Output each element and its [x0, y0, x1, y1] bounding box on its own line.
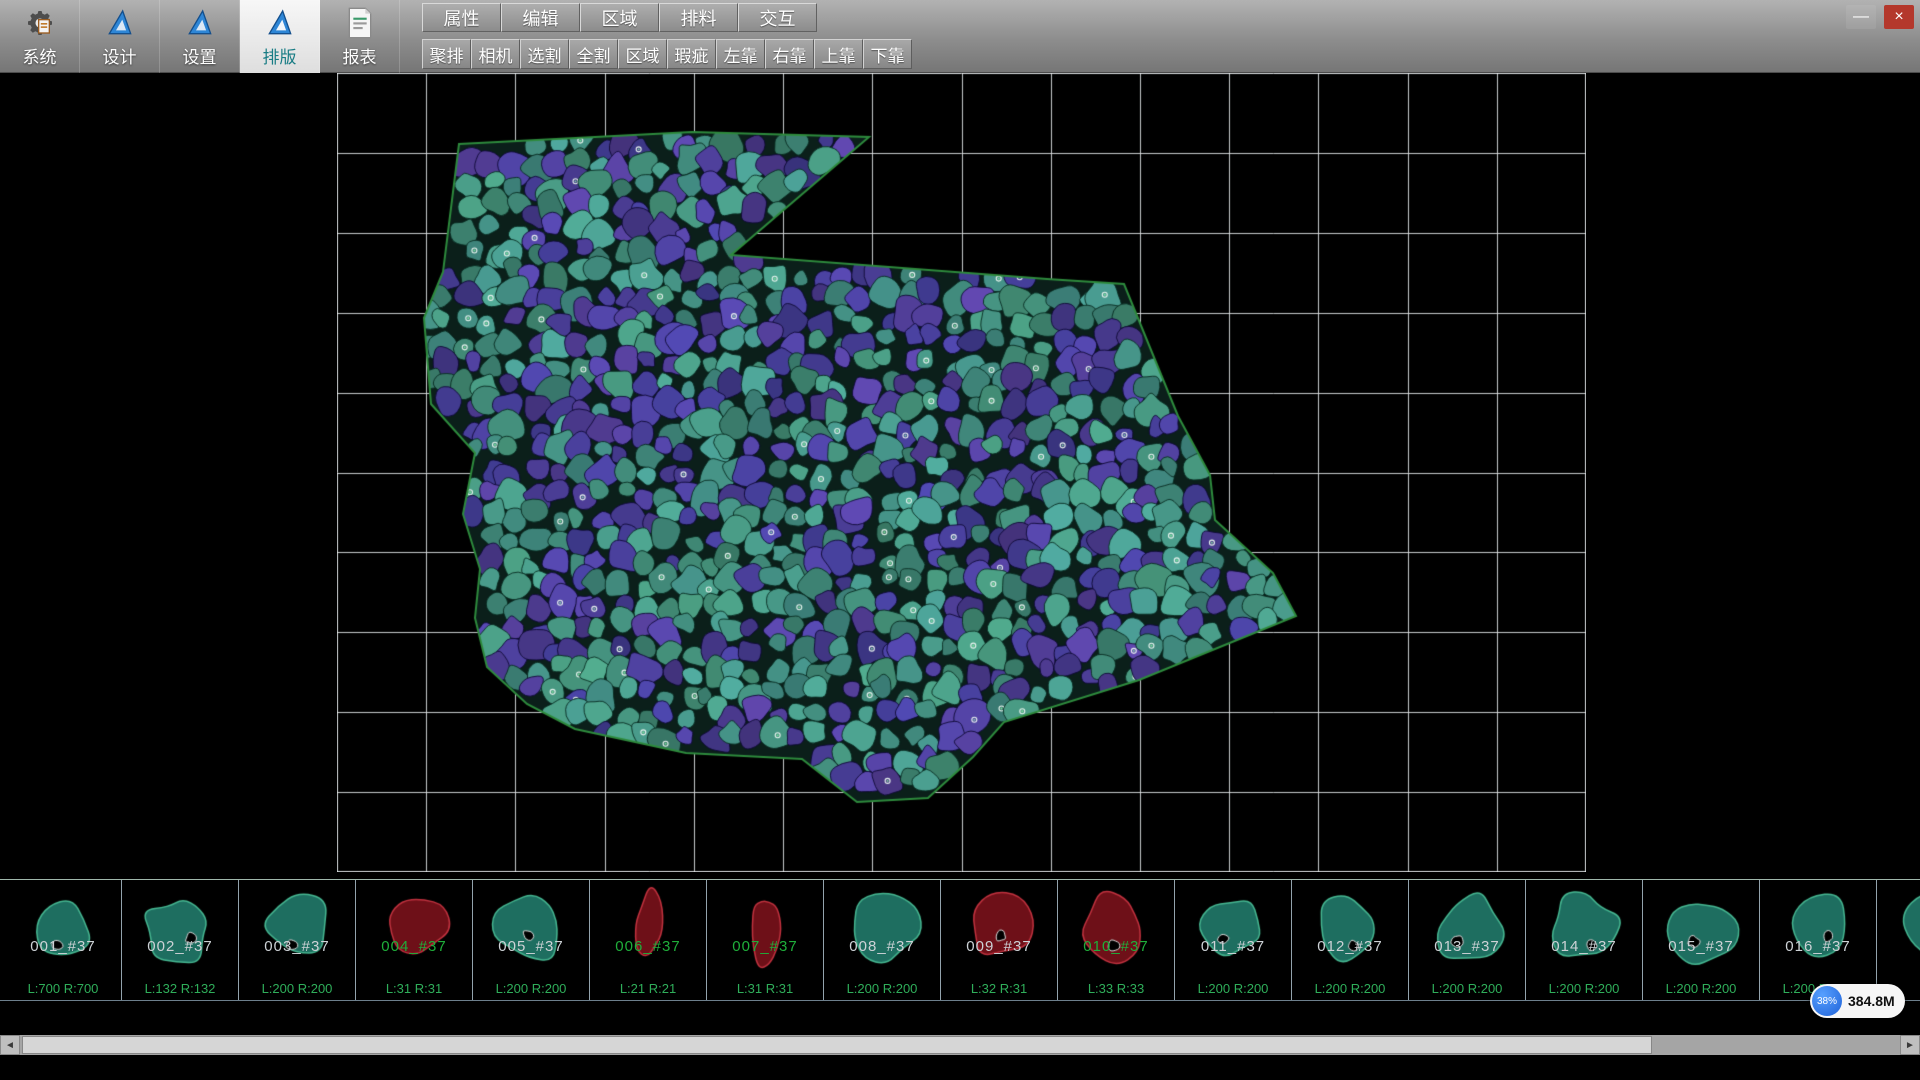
part-lr-count: L:132 R:132: [122, 981, 238, 996]
part-lr-count: L:32 R:31: [941, 981, 1057, 996]
tool-camera[interactable]: 相机: [471, 39, 520, 69]
gear-icon: [22, 5, 58, 41]
part-tile[interactable]: [1877, 880, 1920, 1000]
tool-cut-all[interactable]: 全割: [569, 39, 618, 69]
window-controls: — ×: [1846, 5, 1914, 29]
part-thumbnail: [708, 882, 823, 978]
part-thumbnail: [1761, 882, 1876, 978]
set-square-icon: [102, 5, 138, 41]
horizontal-scrollbar[interactable]: ◄ ►: [0, 1035, 1920, 1055]
minimize-button[interactable]: —: [1846, 5, 1876, 29]
part-thumbnail: [825, 882, 940, 978]
part-tile[interactable]: 009_#37L:32 R:31: [941, 880, 1058, 1000]
part-thumbnail: [1878, 882, 1920, 978]
tool-align-right[interactable]: 右靠: [765, 39, 814, 69]
part-thumbnail: [1176, 882, 1291, 978]
part-tile[interactable]: 015_#37L:200 R:200: [1643, 880, 1760, 1000]
menu-attributes[interactable]: 属性: [422, 3, 501, 32]
part-thumbnail: [357, 882, 472, 978]
top-toolbar: 系统 设计 设置: [0, 0, 1920, 73]
app-window: 系统 设计 设置: [0, 0, 1920, 1080]
part-lr-count: L:200 R:200: [1526, 981, 1642, 996]
nav-label: 设计: [103, 43, 137, 68]
tool-cluster-nest[interactable]: 聚排: [422, 39, 471, 69]
part-thumbnail: [1293, 882, 1408, 978]
part-lr-count: L:200 R:200: [473, 981, 589, 996]
scroll-right-arrow[interactable]: ►: [1900, 1035, 1920, 1055]
tool-bar: 聚排 相机 选割 全割 区域 瑕疵 左靠 右靠 上靠 下靠: [422, 39, 912, 69]
part-tile[interactable]: 004_#37L:31 R:31: [356, 880, 473, 1000]
menu-edit[interactable]: 编辑: [501, 3, 580, 32]
nav-label: 系统: [23, 43, 57, 68]
part-tile[interactable]: 006_#37L:21 R:21: [590, 880, 707, 1000]
tool-select-cut[interactable]: 选割: [520, 39, 569, 69]
menu-region[interactable]: 区域: [580, 3, 659, 32]
part-tile[interactable]: 008_#37L:200 R:200: [824, 880, 941, 1000]
nav-label: 排版: [263, 43, 297, 68]
part-tile[interactable]: 001_#37L:700 R:700: [5, 880, 122, 1000]
part-tile[interactable]: 013_#37L:200 R:200: [1409, 880, 1526, 1000]
part-thumbnail: [6, 882, 121, 978]
nesting-canvas[interactable]: [337, 73, 1586, 872]
progress-circle: 38%: [1812, 986, 1842, 1016]
tool-align-top[interactable]: 上靠: [814, 39, 863, 69]
part-thumbnail: [1644, 882, 1759, 978]
nav-label: 报表: [343, 43, 377, 68]
scroll-track[interactable]: [20, 1035, 1900, 1055]
part-thumbnail: [1527, 882, 1642, 978]
part-tile[interactable]: 005_#37L:200 R:200: [473, 880, 590, 1000]
main-nav: 系统 设计 设置: [0, 0, 400, 73]
part-tile[interactable]: 016_#37L:200 R:200: [1760, 880, 1877, 1000]
part-thumbnail: [591, 882, 706, 978]
memory-usage: 384.8M: [1848, 993, 1895, 1009]
nav-settings[interactable]: 设置: [160, 0, 240, 73]
part-tile[interactable]: 003_#37L:200 R:200: [239, 880, 356, 1000]
status-badge: 38% 384.8M: [1810, 984, 1905, 1018]
part-lr-count: L:31 R:31: [356, 981, 472, 996]
tool-defect[interactable]: 瑕疵: [667, 39, 716, 69]
part-lr-count: L:200 R:200: [824, 981, 940, 996]
part-lr-count: L:200 R:200: [1409, 981, 1525, 996]
part-lr-count: L:33 R:33: [1058, 981, 1174, 996]
tool-align-left[interactable]: 左靠: [716, 39, 765, 69]
nav-report[interactable]: 报表: [320, 0, 400, 73]
part-thumbnail: [942, 882, 1057, 978]
menu-nesting[interactable]: 排料: [659, 3, 738, 32]
nav-label: 设置: [183, 43, 217, 68]
tool-region[interactable]: 区域: [618, 39, 667, 69]
part-tile[interactable]: 002_#37L:132 R:132: [122, 880, 239, 1000]
document-icon: [342, 5, 378, 41]
part-lr-count: L:21 R:21: [590, 981, 706, 996]
nav-system[interactable]: 系统: [0, 0, 80, 73]
part-tile[interactable]: 014_#37L:200 R:200: [1526, 880, 1643, 1000]
part-lr-count: L:700 R:700: [5, 981, 121, 996]
part-thumbnail: [1410, 882, 1525, 978]
part-thumbnail: [1059, 882, 1174, 978]
part-tile[interactable]: 010_#37L:33 R:33: [1058, 880, 1175, 1000]
tool-align-bottom[interactable]: 下靠: [863, 39, 912, 69]
part-lr-count: L:200 R:200: [239, 981, 355, 996]
scroll-left-arrow[interactable]: ◄: [0, 1035, 20, 1055]
part-lr-count: L:200 R:200: [1175, 981, 1291, 996]
scroll-thumb[interactable]: [22, 1036, 1652, 1054]
set-square-icon: [182, 5, 218, 41]
part-thumbnail: [123, 882, 238, 978]
part-tile[interactable]: 007_#37L:31 R:31: [707, 880, 824, 1000]
close-button[interactable]: ×: [1884, 5, 1914, 29]
parts-strip: 001_#37L:700 R:700002_#37L:132 R:132003_…: [0, 879, 1920, 1001]
part-lr-count: L:200 R:200: [1643, 981, 1759, 996]
part-lr-count: L:200 R:200: [1292, 981, 1408, 996]
nav-design[interactable]: 设计: [80, 0, 160, 73]
part-thumbnail: [240, 882, 355, 978]
menu-interaction[interactable]: 交互: [738, 3, 817, 32]
part-tile[interactable]: 011_#37L:200 R:200: [1175, 880, 1292, 1000]
set-square-icon: [262, 5, 298, 41]
menu-bar: 属性 编辑 区域 排料 交互: [422, 3, 817, 32]
workspace: [337, 73, 1586, 872]
part-lr-count: L:31 R:31: [707, 981, 823, 996]
nav-layout[interactable]: 排版: [240, 0, 320, 73]
part-tile[interactable]: 012_#37L:200 R:200: [1292, 880, 1409, 1000]
part-thumbnail: [474, 882, 589, 978]
